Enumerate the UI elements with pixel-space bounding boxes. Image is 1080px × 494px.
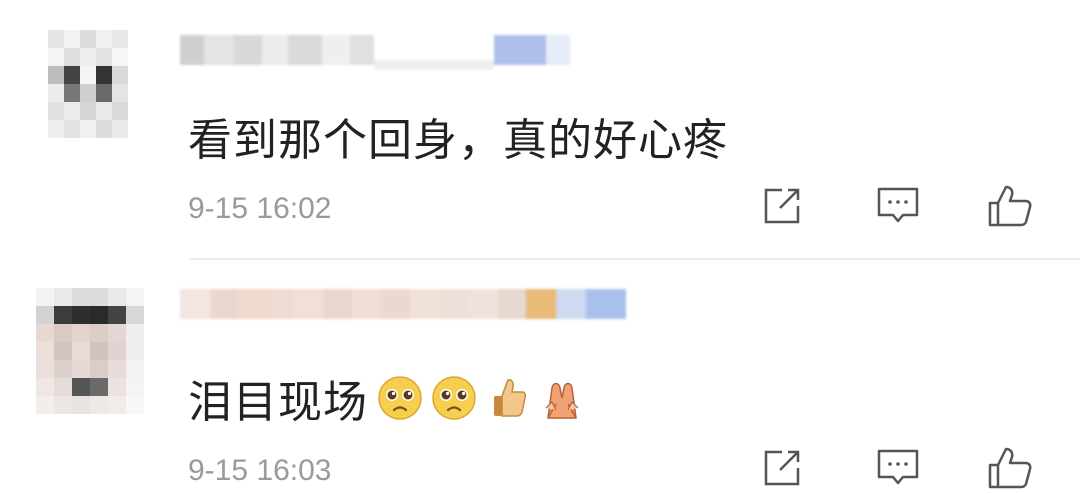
reply-button[interactable] [872,442,924,494]
like-button[interactable] [984,442,1036,494]
thumbs-up-icon [988,185,1032,227]
share-button[interactable] [756,180,808,232]
comment-text: 泪目现场 [188,366,586,430]
username-blurred[interactable] [180,32,570,70]
share-button[interactable] [756,442,808,494]
avatar[interactable] [48,30,128,138]
pleading-face-emoji [432,376,476,420]
like-button[interactable] [984,180,1036,232]
avatar[interactable] [36,288,144,416]
username-blurred[interactable] [180,286,626,322]
pleading-face-emoji [378,376,422,420]
divider [190,258,1080,260]
thumbs-up-emoji [494,379,527,417]
share-icon [764,188,800,224]
comment-icon [877,449,919,485]
comment-item: 泪目现场 9-15 16:03 [0,262,1080,490]
folded-hands-emoji [545,382,579,419]
comment-icon [877,187,919,223]
comment-timestamp: 9-15 16:02 [188,192,332,225]
comment-item: 看到那个回身，真的好心疼 9-15 16:02 [0,0,1080,262]
share-icon [764,450,800,486]
comment-timestamp: 9-15 16:03 [188,454,332,487]
comment-text: 看到那个回身，真的好心疼 [188,115,728,166]
thumbs-up-icon [988,447,1032,489]
reply-button[interactable] [872,180,924,232]
